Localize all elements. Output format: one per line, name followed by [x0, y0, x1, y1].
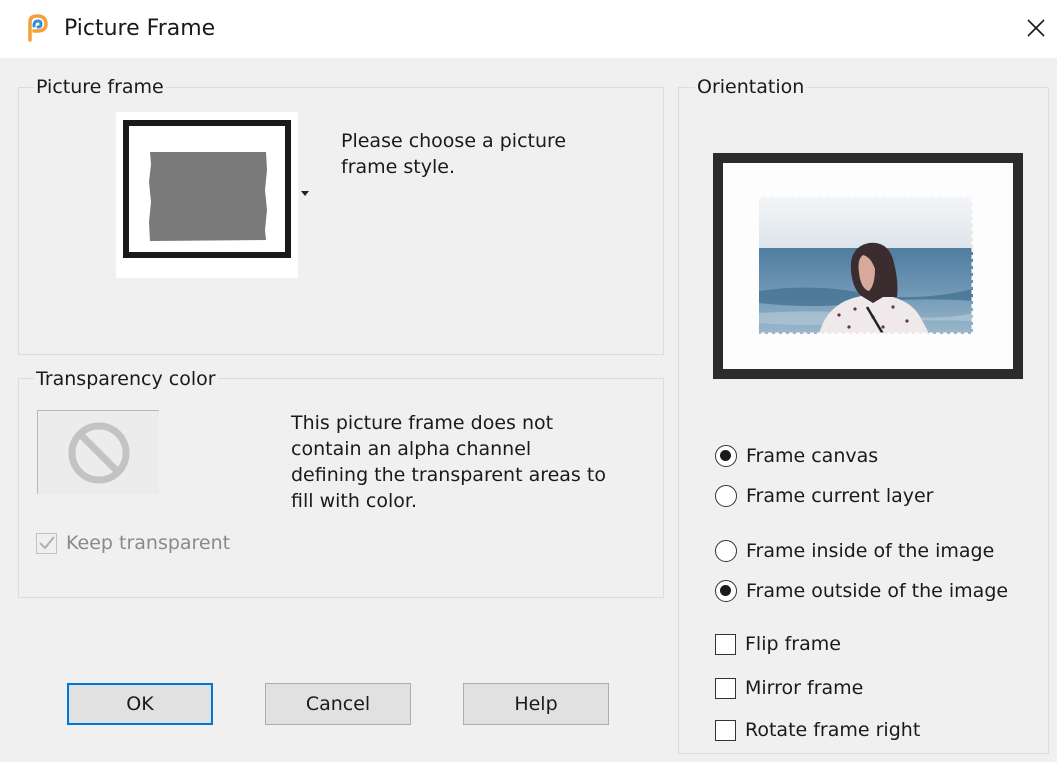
rotate-frame-right-label: Rotate frame right	[745, 719, 921, 741]
keep-transparent-box[interactable]	[36, 532, 57, 554]
frame-current-layer-radio-indicator[interactable]	[715, 485, 737, 507]
frame-inside-image-label: Frame inside of the image	[746, 540, 995, 562]
rotate-frame-right-checkbox[interactable]: Rotate frame right	[715, 719, 920, 741]
frame-current-layer-label: Frame current layer	[746, 485, 934, 507]
checkmark-icon	[38, 536, 55, 550]
flip-frame-checkbox[interactable]: Flip frame	[715, 633, 841, 655]
picture-frame-group-label: Picture frame	[34, 76, 166, 98]
mirror-frame-box[interactable]	[715, 677, 736, 699]
frame-canvas-label: Frame canvas	[746, 445, 879, 467]
ok-button[interactable]: OK	[67, 683, 213, 725]
orientation-preview	[713, 153, 1023, 379]
frame-outside-image-radio-indicator[interactable]	[715, 580, 737, 602]
close-icon	[1027, 19, 1045, 37]
frame-style-preview-image	[116, 112, 298, 278]
mirror-frame-checkbox[interactable]: Mirror frame	[715, 677, 863, 699]
frame-inside-image-radio[interactable]: Frame inside of the image	[715, 540, 994, 562]
keep-transparent-checkbox[interactable]: Keep transparent	[36, 532, 230, 554]
frame-instruction-text: Please choose a picture frame style.	[341, 130, 567, 178]
rotate-frame-right-box[interactable]	[715, 719, 736, 741]
frame-inside-image-radio-indicator[interactable]	[715, 540, 737, 562]
frame-current-layer-radio[interactable]: Frame current layer	[715, 485, 934, 507]
alpha-channel-description: This picture frame does not contain an a…	[291, 412, 606, 512]
preview-photo-woman-at-sea	[759, 194, 975, 336]
frame-canvas-radio-indicator[interactable]	[715, 445, 737, 467]
orientation-group-label: Orientation	[695, 76, 807, 98]
keep-transparent-label: Keep transparent	[66, 532, 231, 554]
flip-frame-label: Flip frame	[745, 633, 841, 655]
transparency-color-swatch	[37, 410, 159, 494]
frame-canvas-radio[interactable]: Frame canvas	[715, 445, 878, 467]
help-button[interactable]: Help	[463, 683, 609, 725]
flip-frame-box[interactable]	[715, 633, 736, 655]
frame-outside-image-radio[interactable]: Frame outside of the image	[715, 580, 1008, 602]
window-title: Picture Frame	[64, 16, 216, 41]
transparency-color-group-label: Transparency color	[34, 368, 218, 390]
dialog-client-area: Picture frame Please choose a picture fr…	[0, 58, 1057, 762]
close-button[interactable]	[1018, 10, 1054, 46]
paintshop-pro-app-icon	[24, 14, 50, 42]
mirror-frame-label: Mirror frame	[745, 677, 864, 699]
cancel-button[interactable]: Cancel	[265, 683, 411, 725]
frame-outside-image-label: Frame outside of the image	[746, 580, 1009, 602]
title-bar: Picture Frame	[0, 0, 1057, 58]
frame-style-thumbnail[interactable]	[116, 112, 298, 278]
no-symbol-icon	[68, 422, 129, 483]
frame-style-dropdown-arrow[interactable]	[301, 191, 309, 196]
